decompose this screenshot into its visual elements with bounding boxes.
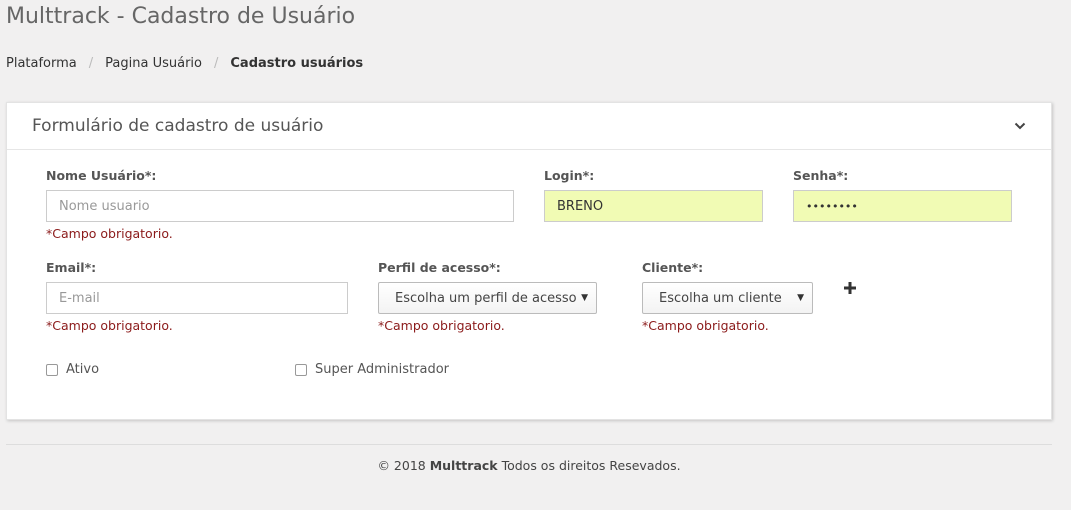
login-label: Login*: — [544, 168, 595, 183]
panel-title: Formulário de cadastro de usuário — [32, 116, 324, 136]
perfil-select[interactable]: Escolha um perfil de acesso ▼ — [378, 282, 597, 314]
email-group: Email*: *Campo obrigatorio. — [46, 260, 351, 333]
senha-input[interactable] — [793, 190, 1012, 222]
senha-group: Senha*: — [793, 168, 1013, 222]
dropdown-arrow-icon: ▼ — [581, 293, 588, 303]
login-group: Login*: — [544, 168, 764, 222]
nome-usuario-label: Nome Usuário*: — [46, 168, 157, 183]
perfil-label: Perfil de acesso*: — [378, 260, 501, 275]
footer-prefix: © 2018 — [377, 458, 430, 473]
footer-divider — [6, 444, 1052, 445]
ativo-label: Ativo — [66, 362, 100, 377]
senha-label: Senha*: — [793, 168, 849, 183]
nome-usuario-input[interactable] — [46, 190, 514, 222]
cliente-error: *Campo obrigatorio. — [642, 318, 769, 333]
super-admin-checkbox[interactable] — [295, 363, 307, 376]
super-admin-checkbox-group[interactable]: Super Administrador — [295, 362, 449, 377]
breadcrumb-item-current: Cadastro usuários — [230, 56, 364, 71]
plus-icon[interactable] — [843, 281, 859, 297]
nome-usuario-error: *Campo obrigatorio. — [46, 226, 173, 241]
user-form-panel: Formulário de cadastro de usuário Nome U… — [6, 102, 1052, 420]
email-input[interactable] — [46, 282, 348, 314]
login-input[interactable] — [544, 190, 763, 222]
nome-usuario-group: Nome Usuário*: *Campo obrigatorio. — [46, 168, 516, 241]
footer: © 2018 Multtrack Todos os direitos Resev… — [0, 458, 1058, 473]
ativo-checkbox[interactable] — [46, 363, 58, 376]
ativo-checkbox-group[interactable]: Ativo — [46, 362, 99, 377]
dropdown-arrow-icon: ▼ — [797, 293, 804, 303]
breadcrumb: Plataforma / Pagina Usuário / Cadastro u… — [6, 56, 363, 71]
panel-header: Formulário de cadastro de usuário — [7, 103, 1051, 150]
perfil-error: *Campo obrigatorio. — [378, 318, 505, 333]
breadcrumb-item-plataforma[interactable]: Plataforma — [6, 56, 77, 71]
email-error: *Campo obrigatorio. — [46, 318, 173, 333]
breadcrumb-item-pagina-usuario[interactable]: Pagina Usuário — [105, 56, 202, 71]
perfil-group: Perfil de acesso*: Escolha um perfil de … — [378, 260, 598, 333]
breadcrumb-separator: / — [213, 56, 219, 71]
breadcrumb-separator: / — [88, 56, 94, 71]
cliente-select-value: Escolha um cliente — [659, 290, 782, 306]
cliente-label: Cliente*: — [642, 260, 704, 275]
footer-suffix: Todos os direitos Resevados. — [497, 458, 681, 473]
perfil-select-value: Escolha um perfil de acesso — [395, 290, 577, 306]
email-label: Email*: — [46, 260, 97, 275]
cliente-select[interactable]: Escolha um cliente ▼ — [642, 282, 813, 314]
super-admin-label: Super Administrador — [315, 362, 449, 377]
page-title: Multtrack - Cadastro de Usuário — [6, 4, 356, 29]
footer-brand: Multtrack — [429, 458, 498, 473]
chevron-down-icon[interactable] — [1013, 119, 1027, 133]
cliente-group: Cliente*: Escolha um cliente ▼ *Campo ob… — [642, 260, 814, 333]
